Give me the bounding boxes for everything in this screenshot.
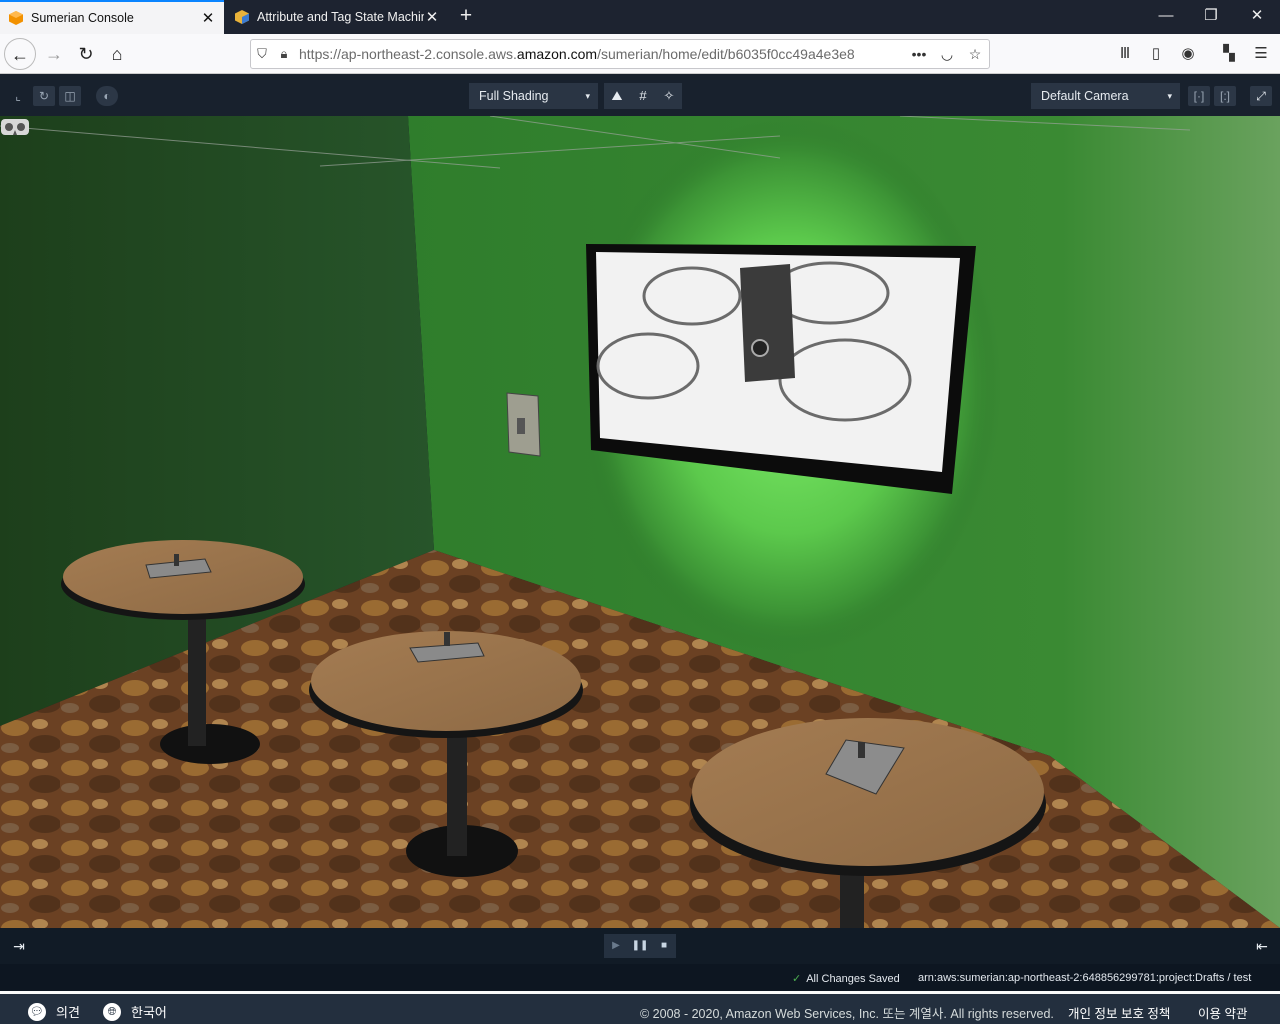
environment-icon[interactable]: ⛰ xyxy=(604,83,630,109)
tab-bar: Sumerian Console ✕ Attribute and Tag Sta… xyxy=(0,0,1280,34)
tab-attribute-state-machine[interactable]: Attribute and Tag State Machine ✕ xyxy=(226,0,448,34)
new-tab-button[interactable]: + xyxy=(455,4,477,28)
restore-button[interactable]: ❐ xyxy=(1188,0,1234,34)
grid-icon[interactable]: # xyxy=(630,83,656,109)
camera-select[interactable]: Default Camera ▾ xyxy=(1031,83,1180,109)
fit-selection-icon[interactable]: [:] xyxy=(1214,86,1236,106)
enter-panel-icon[interactable]: ⇤ xyxy=(1252,936,1272,956)
chevron-down-icon: ▾ xyxy=(1167,91,1172,101)
home-button[interactable]: ⌂ xyxy=(101,38,133,70)
pause-button[interactable]: ❚❚ xyxy=(628,934,652,958)
project-arn: arn:aws:sumerian:ap-northeast-2:64885629… xyxy=(918,972,1252,984)
globe-icon: 🌐︎ xyxy=(103,1002,121,1021)
shading-select[interactable]: Full Shading ▾ xyxy=(469,83,598,109)
scale-icon[interactable]: ◫ xyxy=(59,86,81,106)
back-button[interactable]: ← xyxy=(4,38,36,70)
reload-button[interactable]: ↻ xyxy=(70,38,102,70)
account-icon[interactable]: ◉ xyxy=(1175,42,1201,66)
close-tab-icon[interactable]: ✕ xyxy=(424,8,440,26)
bookmark-star-icon[interactable]: ☆ xyxy=(961,46,989,63)
save-status: ✓ All Changes Saved xyxy=(792,972,900,985)
play-button[interactable]: ▶ xyxy=(604,934,628,958)
stop-button[interactable]: ■ xyxy=(652,934,676,958)
url-text[interactable]: https://ap-northeast-2.console.aws.amazo… xyxy=(299,46,905,62)
address-bar[interactable]: ⛉ 🔒︎ https://ap-northeast-2.console.aws.… xyxy=(250,39,990,69)
menu-icon[interactable]: ☰ xyxy=(1248,42,1274,66)
chevron-down-icon: ▾ xyxy=(585,91,590,101)
library-icon[interactable]: Ⅲ xyxy=(1112,42,1138,66)
status-bar: ✓ All Changes Saved arn:aws:sumerian:ap-n… xyxy=(0,964,1280,991)
navigation-bar: ← → ↻ ⌂ ⛉ 🔒︎ https://ap-northeast-2.cons… xyxy=(0,34,1280,74)
privacy-link[interactable]: 개인 정보 보호 정책 xyxy=(1068,1003,1170,1022)
world-icon[interactable]: ◐ xyxy=(96,86,118,106)
exit-panel-icon[interactable]: ⇥ xyxy=(9,936,29,956)
sumerian-cube-icon xyxy=(9,11,23,25)
pocket-icon[interactable]: ◡ xyxy=(933,46,961,63)
shading-value: Full Shading xyxy=(479,89,549,103)
save-status-text: All Changes Saved xyxy=(806,973,900,985)
speech-bubble-icon: 💬︎ xyxy=(28,1002,46,1021)
box-icon xyxy=(235,10,249,24)
tab-sumerian-console[interactable]: Sumerian Console ✕ xyxy=(0,0,224,34)
tab-title: Attribute and Tag State Machine xyxy=(257,10,424,24)
close-tab-icon[interactable]: ✕ xyxy=(200,9,216,27)
tab-title: Sumerian Console xyxy=(31,11,134,25)
scene-render xyxy=(0,116,1280,928)
transform-icon[interactable]: ⌞ xyxy=(7,86,29,106)
terms-link[interactable]: 이용 약관 xyxy=(1198,1003,1247,1022)
vr-headset-icon[interactable] xyxy=(0,116,30,138)
language-label: 한국어 xyxy=(131,1005,167,1020)
view-toggles: ⛰ # ✧ xyxy=(604,83,682,109)
language-selector[interactable]: 🌐︎ 한국어 xyxy=(103,1002,167,1021)
minimize-button[interactable]: — xyxy=(1143,0,1189,34)
window-close-button[interactable]: ✕ xyxy=(1234,0,1280,34)
fullscreen-icon[interactable]: ⤢ xyxy=(1250,86,1272,106)
console-footer: 💬︎ 의견 🌐︎ 한국어 © 2008 - 2020, Amazon Web S… xyxy=(0,991,1280,1024)
copyright-text: © 2008 - 2020, Amazon Web Services, Inc.… xyxy=(640,1007,1054,1021)
rotate-icon[interactable]: ↻ xyxy=(33,86,55,106)
extensions-icon[interactable]: ▚ xyxy=(1216,42,1242,66)
lock-icon[interactable]: 🔒︎ xyxy=(273,46,295,62)
fit-icon[interactable]: [·] xyxy=(1188,86,1210,106)
editor-toolbar: ⌞ ↻ ◫ ◐ Full Shading ▾ ⛰ # ✧ Default Cam… xyxy=(0,74,1280,116)
page-actions-button[interactable]: ••• xyxy=(905,46,933,62)
camera-value: Default Camera xyxy=(1041,89,1129,103)
scene-viewport[interactable] xyxy=(0,116,1280,928)
effects-wand-icon[interactable]: ✧ xyxy=(656,83,682,109)
feedback-label: 의견 xyxy=(56,1005,80,1020)
shield-icon[interactable]: ⛉ xyxy=(251,46,273,62)
playback-bar: ⇥ ▶ ❚❚ ■ ⇤ xyxy=(0,928,1280,964)
check-icon: ✓ xyxy=(792,973,802,985)
sidebar-icon[interactable]: ▯ xyxy=(1143,42,1169,66)
feedback-link[interactable]: 💬︎ 의견 xyxy=(28,1002,80,1021)
forward-button[interactable]: → xyxy=(38,38,70,70)
